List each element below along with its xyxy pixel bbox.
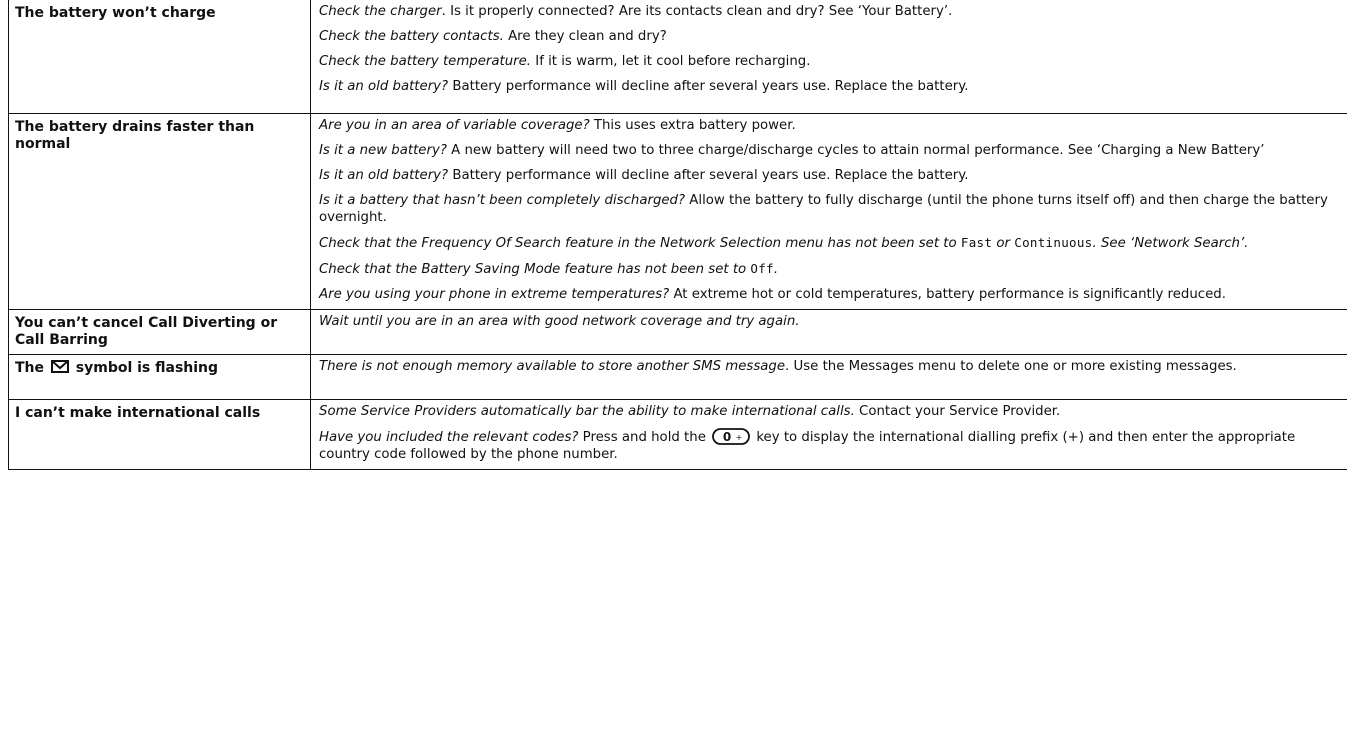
solution-item: Wait until you are in an area with good … [319,313,800,329]
solution-item: Is it a battery that hasn’t been complet… [319,192,1328,225]
envelope-icon [50,359,69,373]
lcd-text: Continuous [1014,234,1093,250]
lcd-text: Fast [960,234,993,250]
troubleshooting-table: The battery won’t charge Check the charg… [8,0,1347,470]
problem-cell: I can’t make international calls [8,398,311,470]
solution-item: Some Service Providers automatically bar… [319,403,1061,419]
table-row: You can’t cancel Call Diverting or Call … [8,308,1347,355]
problem-cell: You can’t cancel Call Diverting or Call … [8,308,311,355]
solution-item: Is it an old battery? Battery performanc… [319,167,969,183]
solution-item: Check the charger. Is it properly connec… [319,4,953,19]
problem-cell: The battery drains faster than normal [8,112,311,310]
solution-item: Check that the Frequency Of Search featu… [319,234,1249,251]
table-row: The symbol is flashing There is not enou… [8,353,1347,400]
solution-item: Check that the Battery Saving Mode featu… [319,260,779,277]
table-row: The battery drains faster than normal Ar… [8,112,1347,310]
solutions-cell: Some Service Providers automatically bar… [310,398,1347,470]
solution-item: Check the battery temperature. If it is … [319,54,811,69]
solutions-cell: There is not enough memory available to … [310,353,1347,400]
solutions-cell: Wait until you are in an area with good … [310,308,1347,355]
solutions-cell: Are you in an area of variable coverage?… [310,112,1347,310]
problem-cell: The symbol is flashing [8,353,311,400]
lcd-text: Off [750,260,774,276]
solution-item: Is it an old battery? Battery performanc… [319,79,969,94]
problem-cell: The battery won’t charge [8,0,311,114]
svg-text:+: + [736,433,743,442]
zero-key-label: 0 [723,430,731,444]
solution-item: Check the battery contacts. Are they cle… [319,29,667,44]
solution-item: Is it a new battery? A new battery will … [319,142,1265,158]
solution-item: There is not enough memory available to … [319,358,1237,374]
solution-item: Have you included the relevant codes? Pr… [319,427,1296,462]
zero-key-icon: 0 + [712,427,751,445]
solution-item: Are you using your phone in extreme temp… [319,286,1226,302]
table-row: The battery won’t charge Check the charg… [8,0,1347,114]
solutions-cell: Check the charger. Is it properly connec… [310,0,1347,114]
solution-item: Are you in an area of variable coverage?… [319,117,796,133]
table-row: I can’t make international calls Some Se… [8,398,1347,470]
